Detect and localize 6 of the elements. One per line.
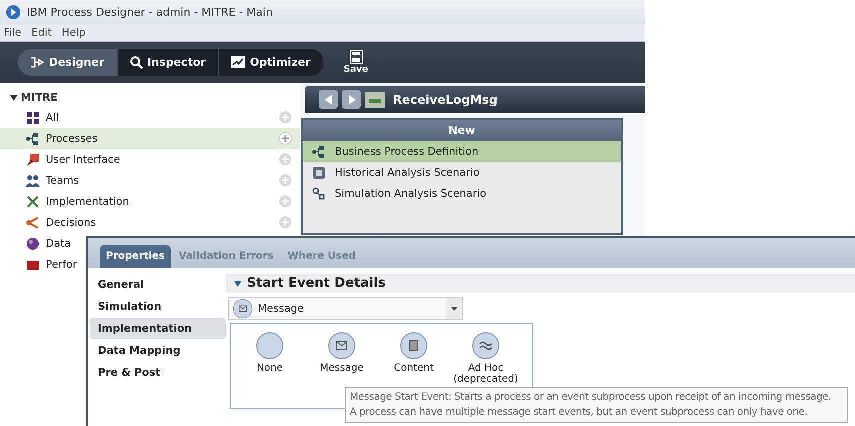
tooltip-text: Message Start Event: Starts a process or an event subprocess upon receipt of an incoming message. <box>350 391 832 405</box>
section-title: Start Event Details <box>247 276 386 291</box>
window-title: IBM Process Designer - admin - MITRE - Main <box>27 6 273 20</box>
menu-title: New <box>448 124 476 137</box>
editor-title: ReceiveLogMsg <box>393 92 498 106</box>
tooltip-text: A process can have multiple message start events, but an event subprocess can only have one. <box>350 406 809 420</box>
